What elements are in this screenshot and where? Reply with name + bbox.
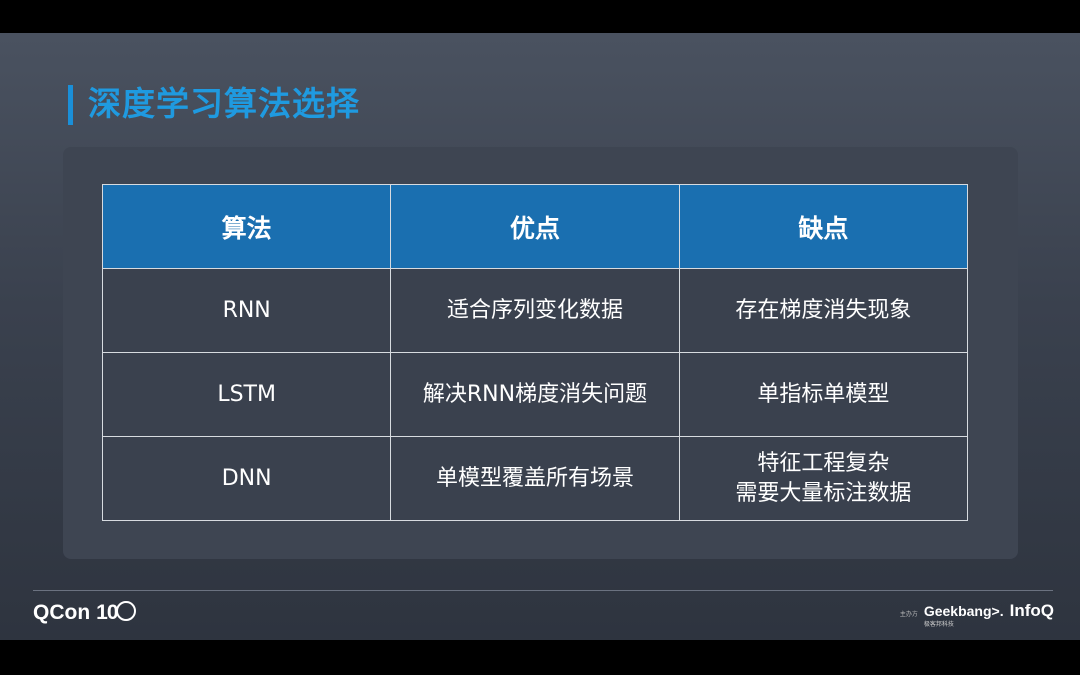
host-label: 主办方	[899, 612, 918, 618]
table-row: RNN 适合序列变化数据 存在梯度消失现象	[101, 268, 969, 353]
title-accent-bar	[68, 85, 73, 125]
geekbang-subtitle: 极客邦科技	[923, 622, 954, 628]
anniversary-ring-icon	[115, 601, 136, 621]
geekbang-name: Geekbang>.	[923, 603, 1004, 619]
cell-pros: 单模型覆盖所有场景	[390, 436, 680, 521]
qcon-brand-suffix: 10	[96, 601, 118, 624]
cell-pros: 解决RNN梯度消失问题	[390, 352, 680, 437]
comparison-table: 算法 优点 缺点 RNN 适合序列变化数据 存在梯度消失现象 LSTM 解决RN…	[101, 184, 969, 521]
geekbang-logo: Geekbang>. 极客邦科技	[924, 603, 1004, 628]
header-pros: 优点	[390, 184, 680, 269]
cell-algorithm: DNN	[101, 436, 392, 521]
table-row: DNN 单模型覆盖所有场景 特征工程复杂 需要大量标注数据	[101, 436, 969, 521]
infoq-logo: InfoQ	[1009, 601, 1054, 620]
cell-cons: 单指标单模型	[678, 352, 969, 437]
sponsor-logos: 主办方 Geekbang>. 极客邦科技 InfoQ	[900, 601, 1054, 628]
cons-line: 存在梯度消失现象	[735, 297, 912, 323]
qcon-brand: QCon	[33, 601, 91, 624]
cons-line: 需要大量标注数据	[735, 480, 912, 506]
table-header-row: 算法 优点 缺点	[101, 184, 969, 269]
cons-line: 特征工程复杂	[757, 450, 890, 476]
cell-algorithm: RNN	[101, 268, 392, 353]
footer-divider	[33, 590, 1053, 591]
cell-cons: 存在梯度消失现象	[678, 268, 969, 353]
slide: 深度学习算法选择 算法 优点 缺点 RNN 适合序列变化数据 存在梯度消失现象 …	[0, 33, 1080, 640]
slide-title: 深度学习算法选择	[88, 84, 360, 123]
table-row: LSTM 解决RNN梯度消失问题 单指标单模型	[101, 352, 969, 437]
cell-pros: 适合序列变化数据	[390, 268, 680, 353]
cons-line: 单指标单模型	[757, 381, 890, 407]
cell-cons: 特征工程复杂 需要大量标注数据	[678, 436, 969, 521]
qcon-logo: QCon 10	[33, 601, 136, 625]
cell-algorithm: LSTM	[101, 352, 392, 437]
header-cons: 缺点	[678, 184, 969, 269]
header-algorithm: 算法	[101, 184, 392, 269]
